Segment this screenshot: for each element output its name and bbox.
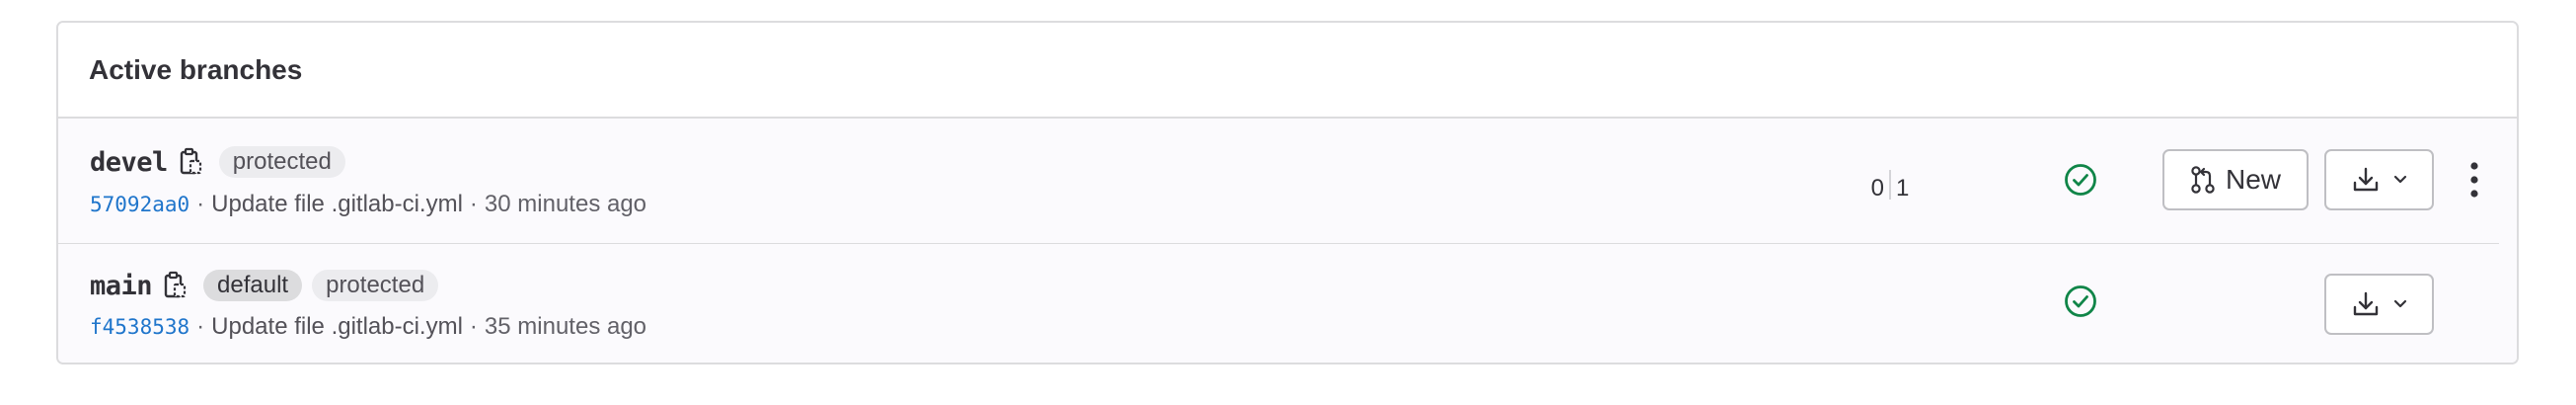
new-button-label: New [2225, 164, 2281, 195]
separator: · [196, 313, 205, 340]
commit-time: 30 minutes ago [484, 191, 647, 217]
commit-message-link[interactable]: Update file .gitlab-ci.yml [211, 191, 463, 218]
default-badge: default [203, 270, 303, 301]
download-icon [2353, 291, 2378, 316]
commit-info: f4538538 · Update file .gitlab-ci.yml · … [90, 311, 646, 343]
branch-name-link[interactable]: main [90, 271, 153, 301]
branch-row-main: main default protected f4538538 · Update… [58, 244, 2517, 363]
commits-ahead-count: 1 [1896, 175, 1910, 202]
pipeline-status-link[interactable] [2063, 284, 2098, 319]
chevron-down-icon [2393, 175, 2406, 184]
new-merge-request-button[interactable]: New [2162, 149, 2309, 210]
section-title: Active branches [89, 53, 303, 85]
status-success-icon [2065, 285, 2096, 317]
divergence-graph[interactable]: 0 1 [1864, 170, 1910, 203]
pipeline-status-link[interactable] [2063, 162, 2098, 198]
separator: · [469, 191, 478, 217]
commit-time: 35 minutes ago [484, 313, 647, 340]
separator: · [196, 191, 205, 217]
commit-sha-link[interactable]: 57092aa0 [90, 193, 189, 216]
chevron-down-icon [2393, 299, 2406, 308]
commits-behind-count: 0 [1870, 175, 1884, 202]
branch-title-line: devel protected [90, 144, 345, 180]
branch-name-link[interactable]: devel [90, 147, 168, 178]
active-branches-card: Active branches devel protected 57092aa0… [56, 21, 2519, 364]
protected-badge: protected [312, 270, 439, 301]
commit-message-link[interactable]: Update file .gitlab-ci.yml [211, 313, 463, 341]
download-icon [2353, 167, 2378, 192]
copy-branch-name-button[interactable] [160, 269, 189, 302]
status-success-icon [2065, 164, 2096, 196]
branch-list: devel protected 57092aa0 · Update file .… [58, 119, 2517, 363]
divergence-separator [1889, 170, 1891, 200]
ellipsis-v-icon [2470, 162, 2478, 198]
more-actions-button[interactable] [2461, 156, 2488, 203]
copy-branch-name-button[interactable] [176, 145, 205, 179]
separator: · [469, 313, 478, 340]
branch-title-line: main default protected [90, 268, 439, 303]
merge-request-icon [2191, 166, 2215, 194]
commit-info: 57092aa0 · Update file .gitlab-ci.yml · … [90, 189, 646, 220]
commit-sha-link[interactable]: f4538538 [90, 315, 189, 339]
copy-to-clipboard-icon [164, 271, 187, 298]
download-dropdown-button[interactable] [2324, 149, 2434, 210]
card-header: Active branches [58, 23, 2517, 119]
copy-to-clipboard-icon [180, 147, 201, 175]
protected-badge: protected [218, 146, 345, 178]
branch-row-devel: devel protected 57092aa0 · Update file .… [58, 119, 2517, 243]
download-dropdown-button[interactable] [2324, 274, 2434, 335]
